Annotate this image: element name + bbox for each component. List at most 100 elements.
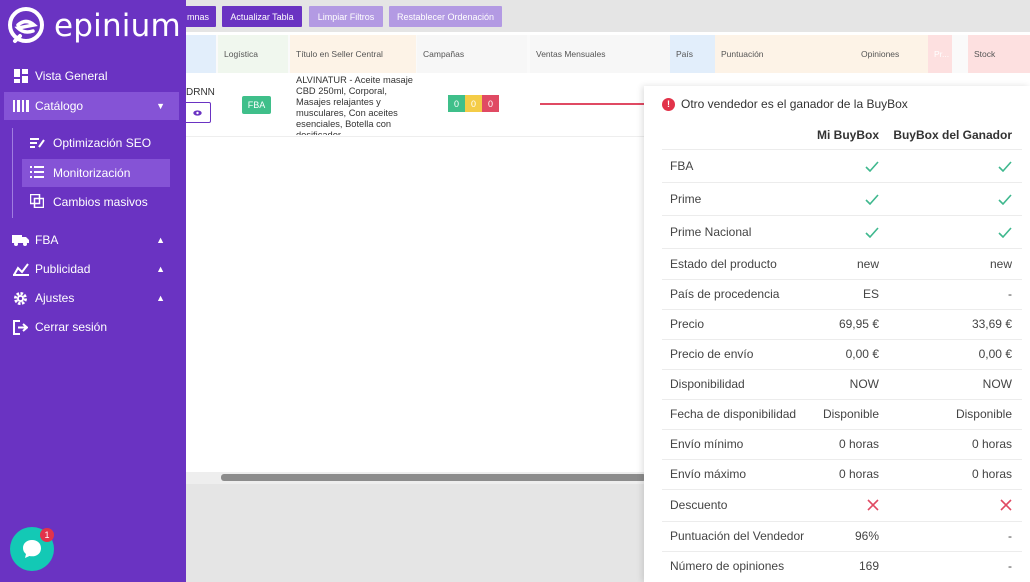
- buybox-row: Prime: [662, 182, 1022, 215]
- buybox-row: Puntuación del Vendedor 96% -: [662, 521, 1022, 551]
- ganador-value: 0,00 €: [978, 347, 1012, 361]
- fba-badge: FBA: [242, 96, 271, 114]
- monthly-sales-sparkline: [540, 103, 645, 105]
- buybox-row-label: Prime Nacional: [670, 225, 752, 239]
- sidebar-item-ajustes[interactable]: Ajustes ▲: [4, 284, 179, 312]
- buybox-row: FBA: [662, 149, 1022, 182]
- buybox-title-text: Otro vendedor es el ganador de la BuyBox: [681, 97, 908, 111]
- col-header-titulo[interactable]: Título en Seller Central: [290, 35, 416, 73]
- col-header-pais[interactable]: País: [670, 35, 715, 73]
- buybox-row-label: Envío máximo: [670, 467, 747, 481]
- mi-buybox-value: 69,95 €: [838, 317, 879, 331]
- check-icon: [865, 192, 879, 208]
- buybox-row: Envío mínimo 0 horas 0 horas: [662, 429, 1022, 459]
- buybox-row-label: País de procedencia: [670, 287, 780, 301]
- truck-icon: [12, 232, 29, 249]
- view-button[interactable]: [184, 102, 211, 123]
- sidebar-subitem-label: Monitorización: [53, 166, 131, 180]
- col-header-puntuacion[interactable]: Puntuación: [715, 35, 855, 73]
- buybox-row-label: Estado del producto: [670, 257, 777, 271]
- sidebar-subitem-optimizacion-seo[interactable]: Optimización SEO: [22, 129, 170, 157]
- buybox-row: Fecha de disponibilidad Disponible Disponi…: [662, 399, 1022, 429]
- reset-sort-button[interactable]: Restablecer Ordenación: [389, 6, 502, 27]
- sidebar-item-publicidad[interactable]: Publicidad ▲: [4, 255, 179, 283]
- mi-buybox-value: 169: [858, 559, 879, 573]
- caret-down-icon: ▼: [156, 101, 165, 111]
- buybox-row: Envío máximo 0 horas 0 horas: [662, 459, 1022, 489]
- update-table-button[interactable]: Actualizar Tabla: [222, 6, 302, 27]
- chat-notification-badge: 1: [40, 528, 54, 542]
- dashboard-icon: [12, 68, 29, 85]
- ganador-value: -: [1008, 559, 1012, 573]
- sidebar-item-label: Cerrar sesión: [35, 320, 108, 334]
- cross-icon: [867, 498, 879, 514]
- buybox-row-label: Envío mínimo: [670, 437, 744, 451]
- buybox-row: Disponibilidad NOW NOW: [662, 369, 1022, 399]
- buybox-row: Prime Nacional: [662, 215, 1022, 248]
- ganador-value: new: [989, 257, 1012, 271]
- sidebar-item-label: Catálogo: [35, 99, 84, 113]
- clear-filters-button[interactable]: Limpiar Filtros: [309, 6, 383, 27]
- col-header-mi-buybox: Mi BuyBox: [816, 128, 879, 142]
- sidebar-item-fba[interactable]: FBA ▲: [4, 226, 179, 254]
- columns-button[interactable]: mnas: [180, 6, 216, 27]
- buybox-row-label: Fecha de disponibilidad: [670, 407, 797, 421]
- caret-up-icon: ▲: [156, 264, 165, 274]
- ganador-value: 33,69 €: [971, 317, 1012, 331]
- alert-icon: !: [662, 97, 675, 111]
- col-header-buybox-ganador: BuyBox del Ganador: [893, 128, 1012, 142]
- ganador-value: 0 horas: [971, 467, 1012, 481]
- col-header-logistica[interactable]: Logística: [218, 35, 288, 73]
- mi-buybox-value: NOW: [849, 377, 879, 391]
- sidebar-item-label: Publicidad: [35, 262, 91, 276]
- check-icon: [998, 159, 1012, 175]
- caret-up-icon: ▲: [156, 235, 165, 245]
- campaign-count-yellow: 0: [465, 95, 482, 112]
- col-header-opiniones[interactable]: Opiniones: [855, 35, 928, 73]
- row-id: DRNN: [186, 87, 215, 98]
- buybox-row: Descuento: [662, 489, 1022, 521]
- sidebar-item-vista-general[interactable]: Vista General: [4, 62, 179, 90]
- campaign-count-green: 0: [448, 95, 465, 112]
- ganador-value: NOW: [982, 377, 1012, 391]
- scrollbar-thumb[interactable]: [221, 474, 646, 481]
- check-icon: [998, 225, 1012, 241]
- caret-up-icon: ▲: [156, 293, 165, 303]
- buybox-title: ! Otro vendedor es el ganador de la BuyB…: [662, 97, 908, 111]
- copy-icon: [29, 193, 47, 211]
- col-header-precio[interactable]: Pr...: [928, 35, 952, 73]
- mi-buybox-value: Disponible: [822, 407, 879, 421]
- buybox-row: Número de opiniones 169 -: [662, 551, 1022, 581]
- sidebar-subitem-cambios-masivos[interactable]: Cambios masivos: [22, 188, 170, 216]
- ganador-value: -: [1008, 287, 1012, 301]
- cross-icon: [1000, 498, 1012, 514]
- gear-icon: [12, 290, 29, 307]
- sidebar-subitem-monitorizacion[interactable]: Monitorización: [22, 159, 170, 187]
- check-icon: [865, 225, 879, 241]
- logo[interactable]: epinium: [6, 4, 181, 48]
- buybox-row-label: Disponibilidad: [670, 377, 745, 391]
- eye-icon: [193, 109, 202, 116]
- mi-buybox-value: 0 horas: [838, 467, 879, 481]
- mi-buybox-value: 96%: [854, 529, 879, 543]
- col-header-stock[interactable]: Stock: [968, 35, 1030, 73]
- col-header-campanas[interactable]: Campañas: [417, 35, 527, 73]
- sidebar-item-catalogo[interactable]: Catálogo ▼: [4, 92, 179, 120]
- edit-list-icon: [30, 135, 47, 151]
- campaign-count-red: 0: [482, 95, 499, 112]
- mi-buybox-value: ES: [862, 287, 879, 301]
- mi-buybox-value: 0 horas: [838, 437, 879, 451]
- ganador-value: -: [1008, 529, 1012, 543]
- sidebar-item-cerrar-sesion[interactable]: Cerrar sesión: [4, 313, 179, 341]
- check-icon: [998, 192, 1012, 208]
- buybox-row-label: Descuento: [670, 498, 728, 512]
- buybox-row-label: Prime: [670, 192, 702, 206]
- campaigns-badges: 0 0 0: [448, 95, 499, 112]
- buybox-row-label: Puntuación del Vendedor: [670, 529, 805, 543]
- buybox-row-label: Precio: [670, 317, 705, 331]
- ganador-value: 0 horas: [971, 437, 1012, 451]
- col-header-ventas-mensuales[interactable]: Ventas Mensuales: [530, 35, 670, 73]
- megaphone-icon: [12, 261, 29, 278]
- sidebar-item-label: Ajustes: [35, 291, 75, 305]
- chat-bubble-icon: [23, 540, 41, 558]
